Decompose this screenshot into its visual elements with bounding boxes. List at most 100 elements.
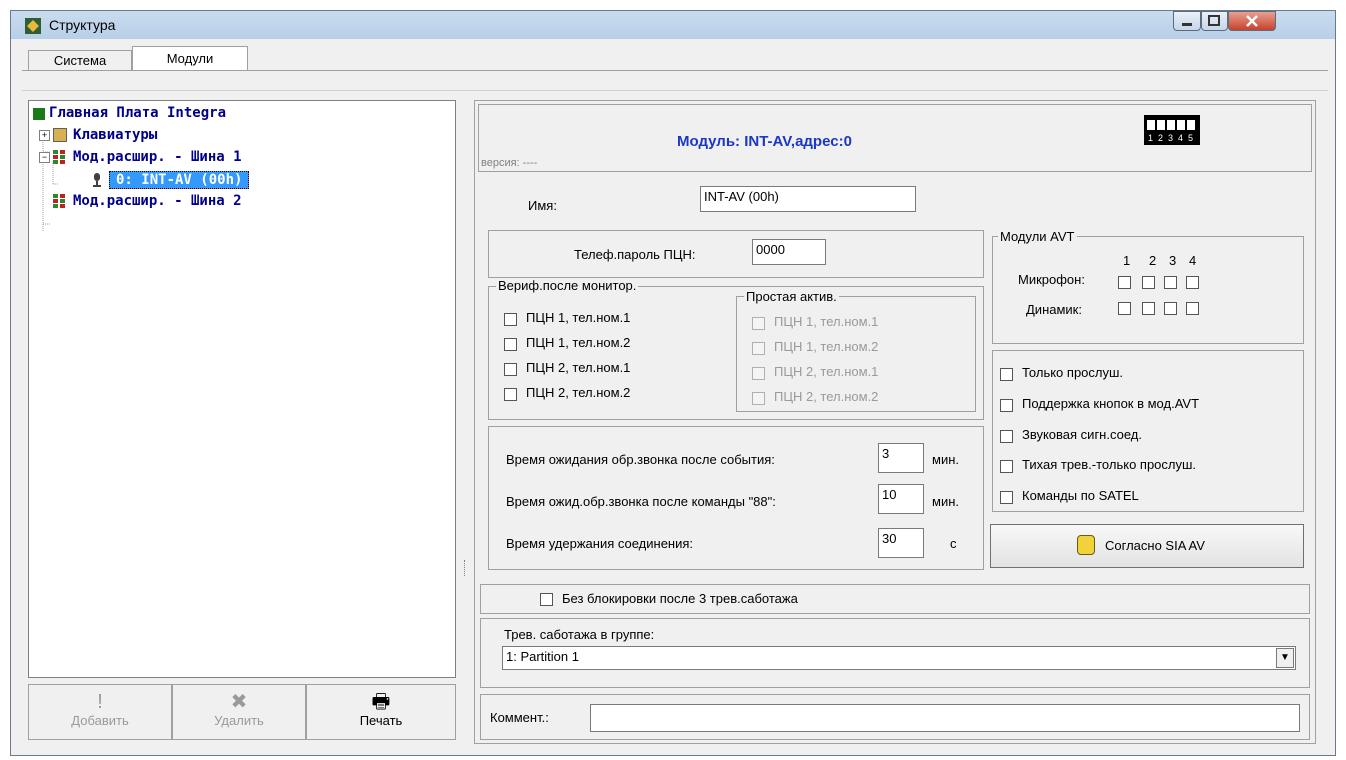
dip-label-3: 3 bbox=[1168, 133, 1174, 143]
delete-button[interactable]: ✖ Удалить bbox=[172, 684, 306, 740]
mainboard-icon bbox=[33, 108, 45, 120]
simple-checkbox-1[interactable] bbox=[752, 317, 765, 330]
avt-speaker-checkbox-3[interactable] bbox=[1164, 302, 1177, 315]
comment-field[interactable] bbox=[590, 704, 1300, 732]
dip-label-4: 4 bbox=[1178, 133, 1184, 143]
keypad-icon bbox=[53, 128, 67, 142]
avt-col-3: 3 bbox=[1169, 253, 1177, 268]
time-field-1[interactable]: 3 bbox=[878, 443, 924, 473]
minimize-button[interactable] bbox=[1173, 11, 1201, 31]
option-checkbox-1[interactable] bbox=[1000, 368, 1013, 381]
simple-label-1: ПЦН 1, тел.ном.1 bbox=[774, 314, 879, 329]
tree-item-bus-1[interactable]: Мод.расшир. - Шина 1 bbox=[73, 149, 242, 165]
avt-speaker-checkbox-2[interactable] bbox=[1142, 302, 1155, 315]
option-label-4: Тихая трев.-только прослуш. bbox=[1022, 457, 1197, 472]
verif-checkbox-2[interactable] bbox=[504, 338, 517, 351]
avt-modules-title: Модули AVT bbox=[998, 229, 1077, 244]
verif-label-1: ПЦН 1, тел.ном.1 bbox=[526, 310, 631, 325]
tree-item-bus-2[interactable]: Мод.расшир. - Шина 2 bbox=[73, 193, 242, 209]
option-label-3: Звуковая сигн.соед. bbox=[1022, 427, 1142, 442]
option-checkbox-2[interactable] bbox=[1000, 399, 1013, 412]
verif-label-4: ПЦН 2, тел.ном.2 bbox=[526, 385, 631, 400]
time-unit-1: мин. bbox=[932, 452, 959, 467]
expand-plus-icon[interactable]: + bbox=[39, 130, 50, 141]
expander-bus-icon bbox=[53, 150, 67, 164]
time-label-1: Время ожидания обр.звонка после события: bbox=[506, 452, 775, 467]
simple-label-4: ПЦН 2, тел.ном.2 bbox=[774, 389, 879, 404]
maximize-icon bbox=[1208, 15, 1220, 26]
avt-modules-group bbox=[992, 236, 1304, 344]
time-field-3[interactable]: 30 bbox=[878, 528, 924, 558]
add-icon: ! bbox=[97, 691, 103, 713]
print-button[interactable]: 🖶 Печать bbox=[306, 684, 456, 740]
minimize-icon bbox=[1182, 23, 1192, 26]
tel-password-field[interactable]: 0000 bbox=[752, 239, 826, 265]
microphone-icon bbox=[91, 173, 103, 187]
avt-col-2: 2 bbox=[1149, 253, 1157, 268]
tamper-partition-select[interactable]: 1: Partition 1 ▼ bbox=[502, 646, 1296, 670]
tree-item-int-av[interactable]: 0: INT-AV (00h) bbox=[109, 171, 250, 189]
module-tree[interactable]: Главная Плата Integra + Клавиатуры − Мод… bbox=[28, 100, 456, 678]
time-label-3: Время удержания соединения: bbox=[506, 536, 694, 551]
simple-activation-title: Простая актив. bbox=[744, 289, 839, 304]
avt-speaker-checkbox-4[interactable] bbox=[1186, 302, 1199, 315]
name-field[interactable]: INT-AV (00h) bbox=[700, 186, 916, 212]
dip-label-2: 2 bbox=[1158, 133, 1164, 143]
tree-item-mainboard[interactable]: Главная Плата Integra bbox=[49, 105, 226, 121]
tree-item-keypads[interactable]: Клавиатуры bbox=[73, 127, 157, 143]
printer-icon: 🖶 bbox=[371, 691, 391, 713]
avt-mic-checkbox-2[interactable] bbox=[1142, 276, 1155, 289]
name-label: Имя: bbox=[528, 198, 557, 213]
avt-speaker-checkbox-1[interactable] bbox=[1118, 302, 1131, 315]
sia-av-button-label: Согласно SIA AV bbox=[1105, 538, 1205, 553]
splitter[interactable] bbox=[460, 100, 470, 744]
avt-col-1: 1 bbox=[1123, 253, 1131, 268]
option-label-1: Только прослуш. bbox=[1022, 365, 1124, 380]
structure-app-icon bbox=[25, 18, 41, 34]
simple-label-2: ПЦН 1, тел.ном.2 bbox=[774, 339, 879, 354]
option-checkbox-5[interactable] bbox=[1000, 491, 1013, 504]
verif-checkbox-3[interactable] bbox=[504, 363, 517, 376]
simple-checkbox-2[interactable] bbox=[752, 342, 765, 355]
time-field-2[interactable]: 10 bbox=[878, 484, 924, 514]
time-label-2: Время ожид.обр.звонка после команды "88"… bbox=[506, 494, 776, 509]
module-version: версия: ---- bbox=[481, 157, 538, 169]
close-button[interactable] bbox=[1228, 11, 1276, 31]
option-checkbox-3[interactable] bbox=[1000, 430, 1013, 443]
title-bar[interactable]: Структура bbox=[11, 11, 1335, 39]
avt-mic-checkbox-1[interactable] bbox=[1118, 276, 1131, 289]
verif-checkbox-1[interactable] bbox=[504, 313, 517, 326]
verification-group-title: Вериф.после монитор. bbox=[496, 278, 639, 293]
tab-divider bbox=[22, 70, 1328, 71]
avt-col-4: 4 bbox=[1189, 253, 1197, 268]
tel-password-label: Телеф.пароль ПЦН: bbox=[574, 247, 696, 262]
sia-av-button[interactable]: Согласно SIA AV bbox=[990, 524, 1304, 568]
verif-checkbox-4[interactable] bbox=[504, 388, 517, 401]
module-header: Модуль: INT-AV,адрес:0 версия: ---- 1 2 … bbox=[478, 104, 1312, 172]
verif-label-3: ПЦН 2, тел.ном.1 bbox=[526, 360, 631, 375]
tel-password-group bbox=[488, 230, 984, 278]
dropdown-arrow-icon[interactable]: ▼ bbox=[1276, 648, 1294, 668]
avt-mic-checkbox-4[interactable] bbox=[1186, 276, 1199, 289]
tab-modules[interactable]: Модули bbox=[132, 46, 248, 70]
dip-label-5: 5 bbox=[1188, 133, 1194, 143]
simple-checkbox-3[interactable] bbox=[752, 367, 765, 380]
time-unit-2: мин. bbox=[932, 494, 959, 509]
content-divider bbox=[22, 90, 1328, 91]
dip-switch: 1 2 3 4 5 bbox=[1144, 115, 1200, 145]
collapse-minus-icon[interactable]: − bbox=[39, 152, 50, 163]
option-checkbox-4[interactable] bbox=[1000, 460, 1013, 473]
no-block-label: Без блокировки после 3 трев.саботажа bbox=[562, 591, 798, 606]
module-title: Модуль: INT-AV,адрес:0 bbox=[677, 133, 852, 150]
maximize-button[interactable] bbox=[1201, 11, 1228, 31]
avt-mic-label: Микрофон: bbox=[1018, 272, 1085, 287]
no-block-checkbox[interactable] bbox=[540, 593, 553, 606]
print-button-label: Печать bbox=[359, 713, 403, 728]
dip-label-1: 1 bbox=[1148, 133, 1154, 143]
simple-checkbox-4[interactable] bbox=[752, 392, 765, 405]
comment-label: Коммент.: bbox=[490, 710, 549, 725]
tab-system[interactable]: Система bbox=[28, 50, 132, 70]
add-button[interactable]: ! Добавить bbox=[28, 684, 172, 740]
tamper-label: Трев. саботажа в группе: bbox=[504, 627, 655, 642]
avt-mic-checkbox-3[interactable] bbox=[1164, 276, 1177, 289]
